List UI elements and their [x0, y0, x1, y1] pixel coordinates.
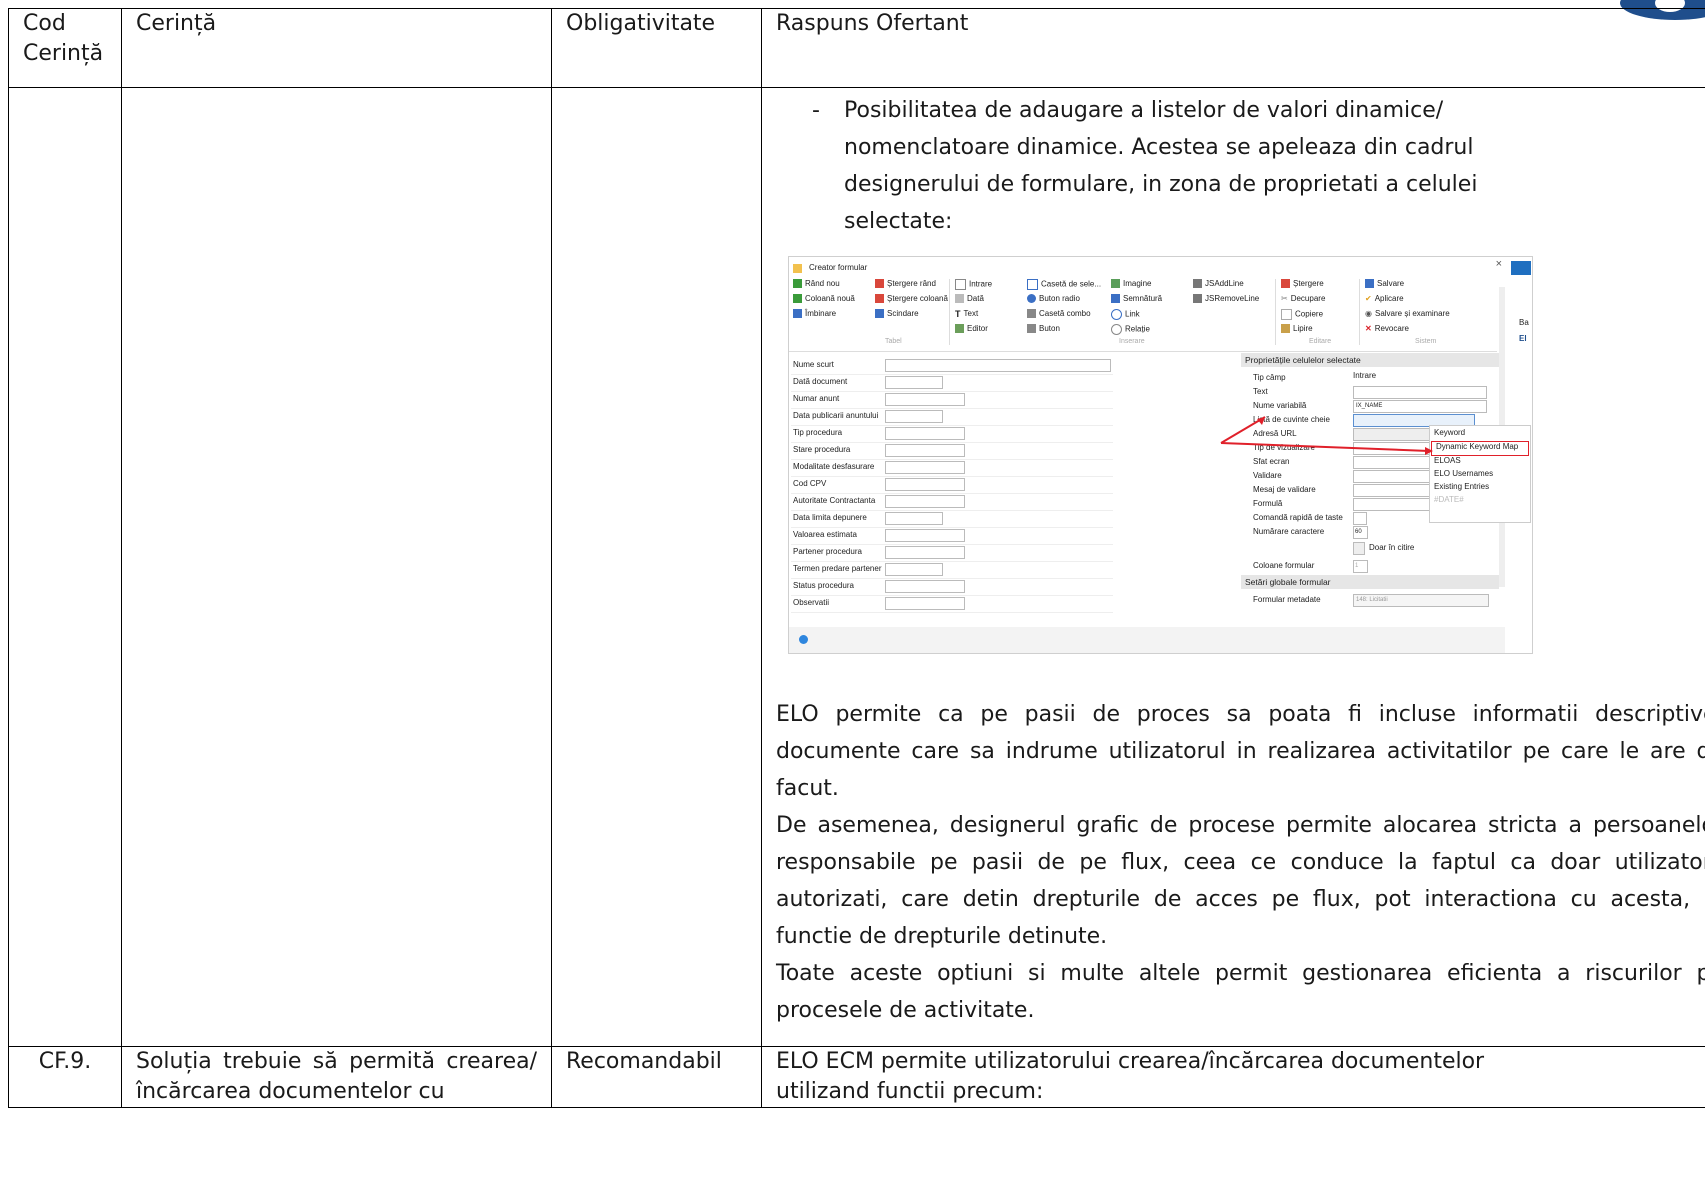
cell-empty — [121, 87, 552, 1047]
paragraph: De asemenea, designerul grafic de proces… — [776, 813, 1705, 949]
response-text: ELO ECM permite utilizatorului crearea/î… — [761, 1046, 1705, 1108]
arrow-line — [1220, 442, 1430, 452]
table-row: CF.9. Soluția trebuie să permită crearea… — [8, 1046, 1705, 1108]
header-obligativitate: Obligativitate — [551, 8, 762, 88]
paragraph: Toate aceste optiuni si multe altele per… — [776, 961, 1705, 1023]
header-row: Cod Cerință Cerință Obligativitate Raspu… — [8, 8, 1705, 88]
bullet-text: Posibilitatea de adaugare a listelor de … — [844, 98, 1478, 234]
response-cell: - Posibilitatea de adaugare a listelor d… — [761, 87, 1705, 1047]
table-row: - Posibilitatea de adaugare a listelor d… — [8, 87, 1705, 1047]
cell-empty — [551, 87, 762, 1047]
requirements-table: Cod Cerință Cerință Obligativitate Raspu… — [8, 8, 1705, 1108]
form-designer-screenshot: Creator formular × Rând nou Coloană nouă… — [788, 256, 1533, 654]
header-raspuns: Raspuns Ofertant — [761, 8, 1705, 88]
help-icon[interactable] — [799, 635, 808, 644]
requirement-text: Soluția trebuie să permită crearea/încăr… — [121, 1046, 552, 1108]
obligation: Recomandabil — [551, 1046, 762, 1108]
requirement-code: CF.9. — [8, 1046, 122, 1108]
arrow-head — [1425, 447, 1433, 455]
header-cod: Cod Cerință — [8, 8, 122, 88]
bullet-item: - Posibilitatea de adaugare a listelor d… — [788, 92, 1484, 240]
cell-empty — [8, 87, 122, 1047]
header-cerinta: Cerință — [121, 8, 552, 88]
arrow-line — [1220, 416, 1266, 444]
bullet-dash: - — [812, 98, 820, 123]
response-paragraphs: ELO permite ca pe pasii de proces sa poa… — [776, 696, 1705, 1029]
status-bar — [789, 627, 1505, 653]
annotation-arrows — [1220, 416, 1433, 455]
paragraph: ELO permite ca pe pasii de proces sa poa… — [776, 702, 1705, 801]
